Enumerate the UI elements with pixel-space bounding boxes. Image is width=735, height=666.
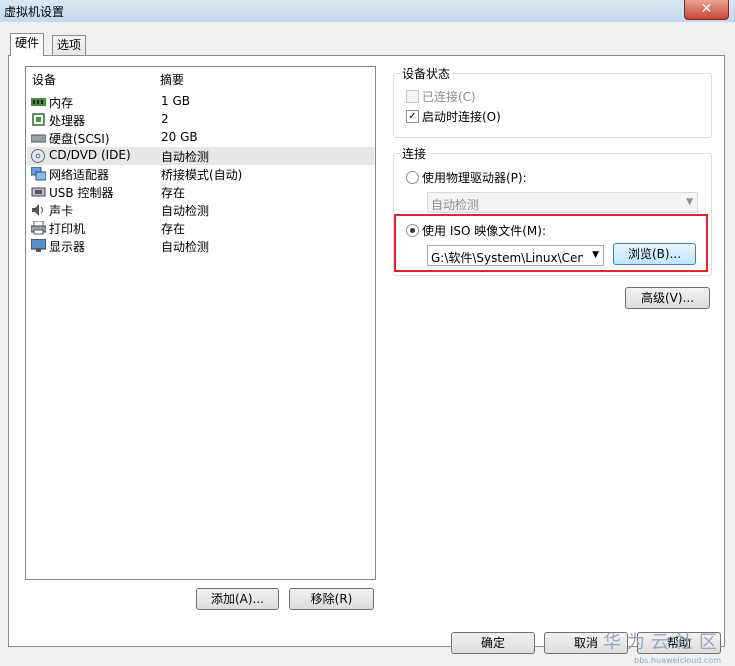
tab-hardware-label: 硬件	[15, 36, 40, 50]
device-name: 硬盘(SCSI)	[49, 132, 110, 146]
checkmark-icon: ✓	[408, 111, 417, 122]
ok-button[interactable]: 确定	[451, 632, 535, 654]
device-summary: 2	[161, 112, 169, 126]
device-summary: 桥接模式(自动)	[161, 168, 243, 182]
device-status-group: 设备状态 已连接(C) ✓ 启动时连接(O)	[393, 65, 712, 138]
cd-dvd-icon	[31, 149, 46, 163]
device-row-sound-card[interactable]: 声卡 自动检测	[27, 201, 374, 219]
device-name: CD/DVD (IDE)	[49, 148, 131, 162]
device-name: 打印机	[49, 222, 86, 236]
column-header-device[interactable]: 设备	[32, 71, 56, 87]
column-header-summary[interactable]: 摘要	[160, 71, 184, 87]
usb-icon	[31, 185, 46, 199]
device-row-network-adapter[interactable]: 网络适配器 桥接模式(自动)	[27, 165, 374, 183]
device-row-usb-controller[interactable]: USB 控制器 存在	[27, 183, 374, 201]
advanced-button[interactable]: 高级(V)...	[625, 287, 710, 309]
connected-label: 已连接(C)	[422, 90, 476, 104]
memory-icon	[31, 95, 46, 109]
device-name: 网络适配器	[49, 168, 110, 182]
device-summary: 自动检测	[161, 150, 210, 164]
device-name: 处理器	[49, 114, 86, 128]
device-name: 显示器	[49, 240, 86, 254]
device-summary: 存在	[161, 186, 186, 200]
device-row-display[interactable]: 显示器 自动检测	[27, 237, 374, 255]
device-row-cd-dvd[interactable]: CD/DVD (IDE) 自动检测	[27, 147, 374, 165]
connect-at-power-on-checkbox[interactable]: ✓	[406, 110, 419, 123]
device-row-processor[interactable]: 处理器 2	[27, 111, 374, 129]
physical-drive-value: 自动检测	[431, 198, 480, 212]
sound-card-icon	[31, 203, 46, 217]
device-row-memory[interactable]: 内存 1 GB	[27, 93, 374, 111]
highlight-box	[394, 214, 708, 272]
hardware-panel: 设备 摘要 内存 1 GB 处理器 2 硬盘(SCSI) 20 GB CD/DV…	[8, 55, 725, 647]
window-title: 虚拟机设置	[4, 5, 65, 19]
device-list[interactable]: 设备 摘要 内存 1 GB 处理器 2 硬盘(SCSI) 20 GB CD/DV…	[25, 66, 376, 580]
device-summary: 存在	[161, 222, 186, 236]
connect-at-power-on-label: 启动时连接(O)	[422, 110, 501, 124]
device-summary: 自动检测	[161, 240, 210, 254]
printer-icon	[30, 220, 47, 235]
processor-icon	[31, 113, 46, 127]
device-summary: 自动检测	[161, 204, 210, 218]
display-icon	[30, 238, 47, 253]
physical-drive-label: 使用物理驱动器(P):	[422, 171, 527, 185]
device-name: 声卡	[49, 204, 74, 218]
watermark-text: 华为云社区	[603, 632, 723, 653]
physical-drive-select[interactable]: 自动检测 ▼	[427, 192, 698, 213]
tab-options-label: 选项	[57, 38, 82, 52]
network-adapter-icon	[30, 166, 47, 181]
device-status-title: 设备状态	[400, 65, 453, 82]
chevron-down-icon: ▼	[686, 197, 693, 207]
dialog-body: 硬件 选项 设备 摘要 内存 1 GB 处理器 2 硬盘(SCSI) 20 GB…	[0, 22, 735, 666]
device-name: USB 控制器	[49, 186, 114, 200]
remove-button[interactable]: 移除(R)	[289, 588, 374, 610]
physical-drive-radio[interactable]	[406, 171, 419, 184]
harddisk-icon	[30, 131, 47, 145]
tab-options[interactable]: 选项	[52, 35, 87, 56]
device-name: 内存	[49, 96, 74, 110]
connection-title: 连接	[400, 145, 429, 162]
device-row-printer[interactable]: 打印机 存在	[27, 219, 374, 237]
close-button[interactable]: ✕	[684, 0, 729, 20]
watermark-url: bbs.huaweicloud.com	[634, 656, 721, 665]
tab-hardware[interactable]: 硬件	[10, 33, 45, 56]
connected-checkbox[interactable]	[406, 90, 419, 103]
add-button[interactable]: 添加(A)...	[196, 588, 279, 610]
close-icon: ✕	[700, 1, 713, 17]
title-bar: 虚拟机设置 ✕	[0, 0, 735, 22]
device-row-harddisk[interactable]: 硬盘(SCSI) 20 GB	[27, 129, 374, 147]
device-summary: 1 GB	[161, 94, 190, 108]
device-summary: 20 GB	[161, 130, 198, 144]
